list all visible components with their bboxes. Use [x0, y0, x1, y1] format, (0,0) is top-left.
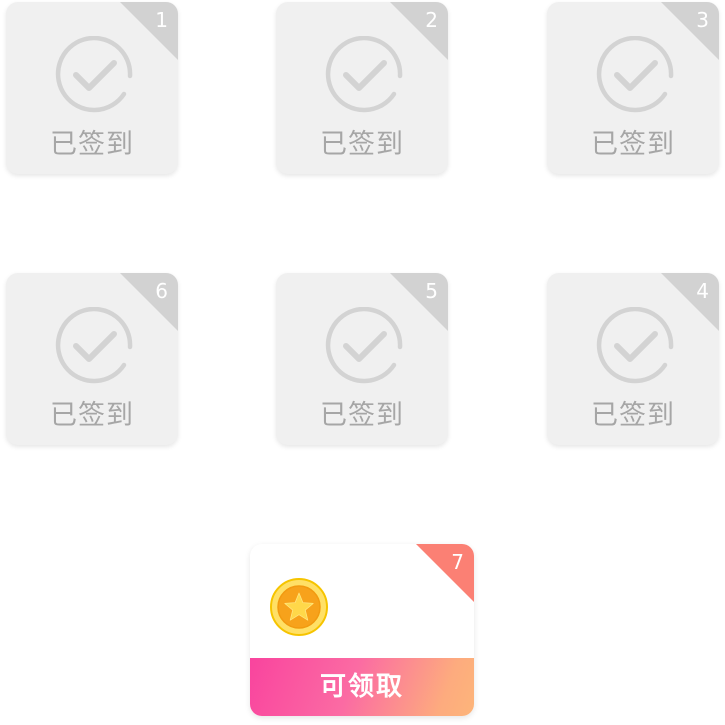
checkmark-circle-icon	[55, 36, 133, 113]
signed-in-label: 已签到	[591, 129, 675, 160]
signed-in-label: 已签到	[320, 129, 404, 160]
day-card-6: 6 已签到	[6, 273, 178, 445]
corner-ribbon	[416, 544, 474, 602]
checkmark-circle-icon	[325, 307, 403, 384]
gold-star-coin-icon	[270, 578, 328, 636]
signed-in-label: 已签到	[50, 129, 134, 160]
sign-in-grid: 1 已签到 2 已签到 3 已签到 6 已签到 5 已签到 4 已签到 7 可领…	[0, 0, 725, 725]
day-card-1: 1 已签到	[6, 2, 178, 174]
day-number: 5	[425, 279, 438, 303]
checkmark-circle-icon	[596, 307, 674, 384]
claim-reward-button[interactable]: 可领取	[250, 658, 474, 716]
day-card-3: 3 已签到	[547, 2, 719, 174]
checkmark-circle-icon	[325, 36, 403, 113]
day-number: 7	[451, 550, 464, 574]
checkmark-circle-icon	[596, 36, 674, 113]
day-number: 4	[696, 279, 709, 303]
day-card-4: 4 已签到	[547, 273, 719, 445]
reward-card-7: 7 可领取	[250, 544, 474, 716]
signed-in-label: 已签到	[320, 400, 404, 431]
day-number: 2	[425, 8, 438, 32]
signed-in-label: 已签到	[50, 400, 134, 431]
day-number: 1	[155, 8, 168, 32]
day-number: 6	[155, 279, 168, 303]
signed-in-label: 已签到	[591, 400, 675, 431]
day-number: 3	[696, 8, 709, 32]
day-card-5: 5 已签到	[276, 273, 448, 445]
checkmark-circle-icon	[55, 307, 133, 384]
day-card-2: 2 已签到	[276, 2, 448, 174]
